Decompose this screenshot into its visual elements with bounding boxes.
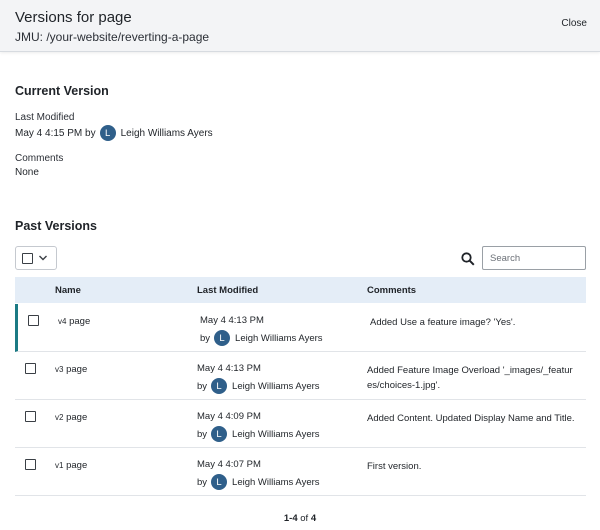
close-button[interactable]: Close: [561, 18, 587, 29]
pagination-of: of: [300, 513, 309, 524]
version-number: v2: [55, 413, 64, 422]
column-header-name: Name: [55, 285, 81, 296]
select-all-checkbox[interactable]: [22, 252, 33, 264]
version-number: v1: [55, 461, 64, 470]
last-modified-value: May 4 4:15 PM by L Leigh Williams Ayers: [15, 125, 213, 141]
modified-date: May 4 4:13 PM: [200, 315, 264, 326]
row-checkbox[interactable]: [25, 459, 36, 470]
page-name: page: [66, 364, 88, 375]
avatar: L: [99, 125, 116, 141]
row-checkbox[interactable]: [28, 315, 39, 326]
row-checkbox[interactable]: [25, 363, 36, 374]
last-modified-date: May 4 4:15 PM by: [15, 127, 96, 139]
pagination-info: 1-4 of 4: [0, 513, 600, 524]
chevron-down-icon: [39, 255, 47, 261]
last-modified-label: Last Modified: [15, 112, 75, 123]
user-name: Leigh Williams Ayers: [232, 380, 320, 392]
user-name: Leigh Williams Ayers: [120, 127, 213, 139]
version-comment: First version.: [367, 461, 422, 472]
page-path: JMU: /your-website/reverting-a-page: [15, 30, 210, 44]
table-row[interactable]: v3 page May 4 4:13 PM by L Leigh Williams …: [15, 352, 586, 400]
avatar: L: [211, 426, 228, 442]
version-number: v4: [58, 317, 67, 326]
search-input[interactable]: [482, 246, 586, 270]
version-comment: Added Use a feature image? 'Yes'.: [370, 317, 516, 328]
version-number: v3: [55, 365, 64, 374]
search-icon[interactable]: [461, 252, 475, 266]
row-checkbox[interactable]: [25, 411, 36, 422]
pagination-total: 4: [310, 513, 317, 524]
column-header-last-modified: Last Modified: [197, 285, 259, 296]
dialog-header: Versions for page JMU: /your-website/rev…: [0, 0, 600, 52]
current-version-heading: Current Version: [15, 84, 109, 98]
by-label: by: [197, 380, 208, 392]
version-name[interactable]: v1 page: [55, 460, 87, 471]
table-header: Name Last Modified Comments: [15, 277, 586, 303]
select-all-dropdown[interactable]: [15, 246, 57, 270]
table-row[interactable]: v4 page May 4 4:13 PM by L Leigh Williams …: [15, 304, 586, 352]
table-row[interactable]: v1 page May 4 4:07 PM by L Leigh Williams …: [15, 448, 586, 496]
by-label: by: [197, 428, 208, 440]
avatar: L: [214, 330, 231, 346]
version-comment: Added Feature Image Overload '_images/_f…: [367, 365, 573, 391]
avatar: L: [211, 474, 228, 490]
modified-by: by L Leigh Williams Ayers: [197, 426, 320, 442]
comments-value: None: [15, 167, 39, 178]
page-name: page: [66, 412, 88, 423]
comments-label: Comments: [15, 153, 64, 164]
modified-by: by L Leigh Williams Ayers: [197, 378, 320, 394]
by-label: by: [197, 476, 208, 488]
column-header-comments: Comments: [367, 285, 417, 296]
page-name: page: [69, 316, 91, 327]
user-name: Leigh Williams Ayers: [235, 332, 323, 344]
dialog-title: Versions for page: [15, 9, 132, 26]
user-name: Leigh Williams Ayers: [232, 476, 320, 488]
version-name[interactable]: v2 page: [55, 412, 87, 423]
version-comment: Added Content. Updated Display Name and …: [367, 413, 575, 424]
modified-date: May 4 4:07 PM: [197, 459, 261, 470]
modified-by: by L Leigh Williams Ayers: [200, 330, 323, 346]
modified-date: May 4 4:13 PM: [197, 363, 261, 374]
modified-date: May 4 4:09 PM: [197, 411, 261, 422]
user-name: Leigh Williams Ayers: [232, 428, 320, 440]
version-name[interactable]: v4 page: [58, 316, 90, 327]
pagination-range: 1-4: [283, 513, 298, 524]
page-name: page: [66, 460, 88, 471]
table-row[interactable]: v2 page May 4 4:09 PM by L Leigh Williams …: [15, 400, 586, 448]
modified-by: by L Leigh Williams Ayers: [197, 474, 320, 490]
avatar: L: [211, 378, 228, 394]
by-label: by: [200, 332, 211, 344]
version-name[interactable]: v3 page: [55, 364, 87, 375]
past-versions-heading: Past Versions: [15, 219, 97, 233]
